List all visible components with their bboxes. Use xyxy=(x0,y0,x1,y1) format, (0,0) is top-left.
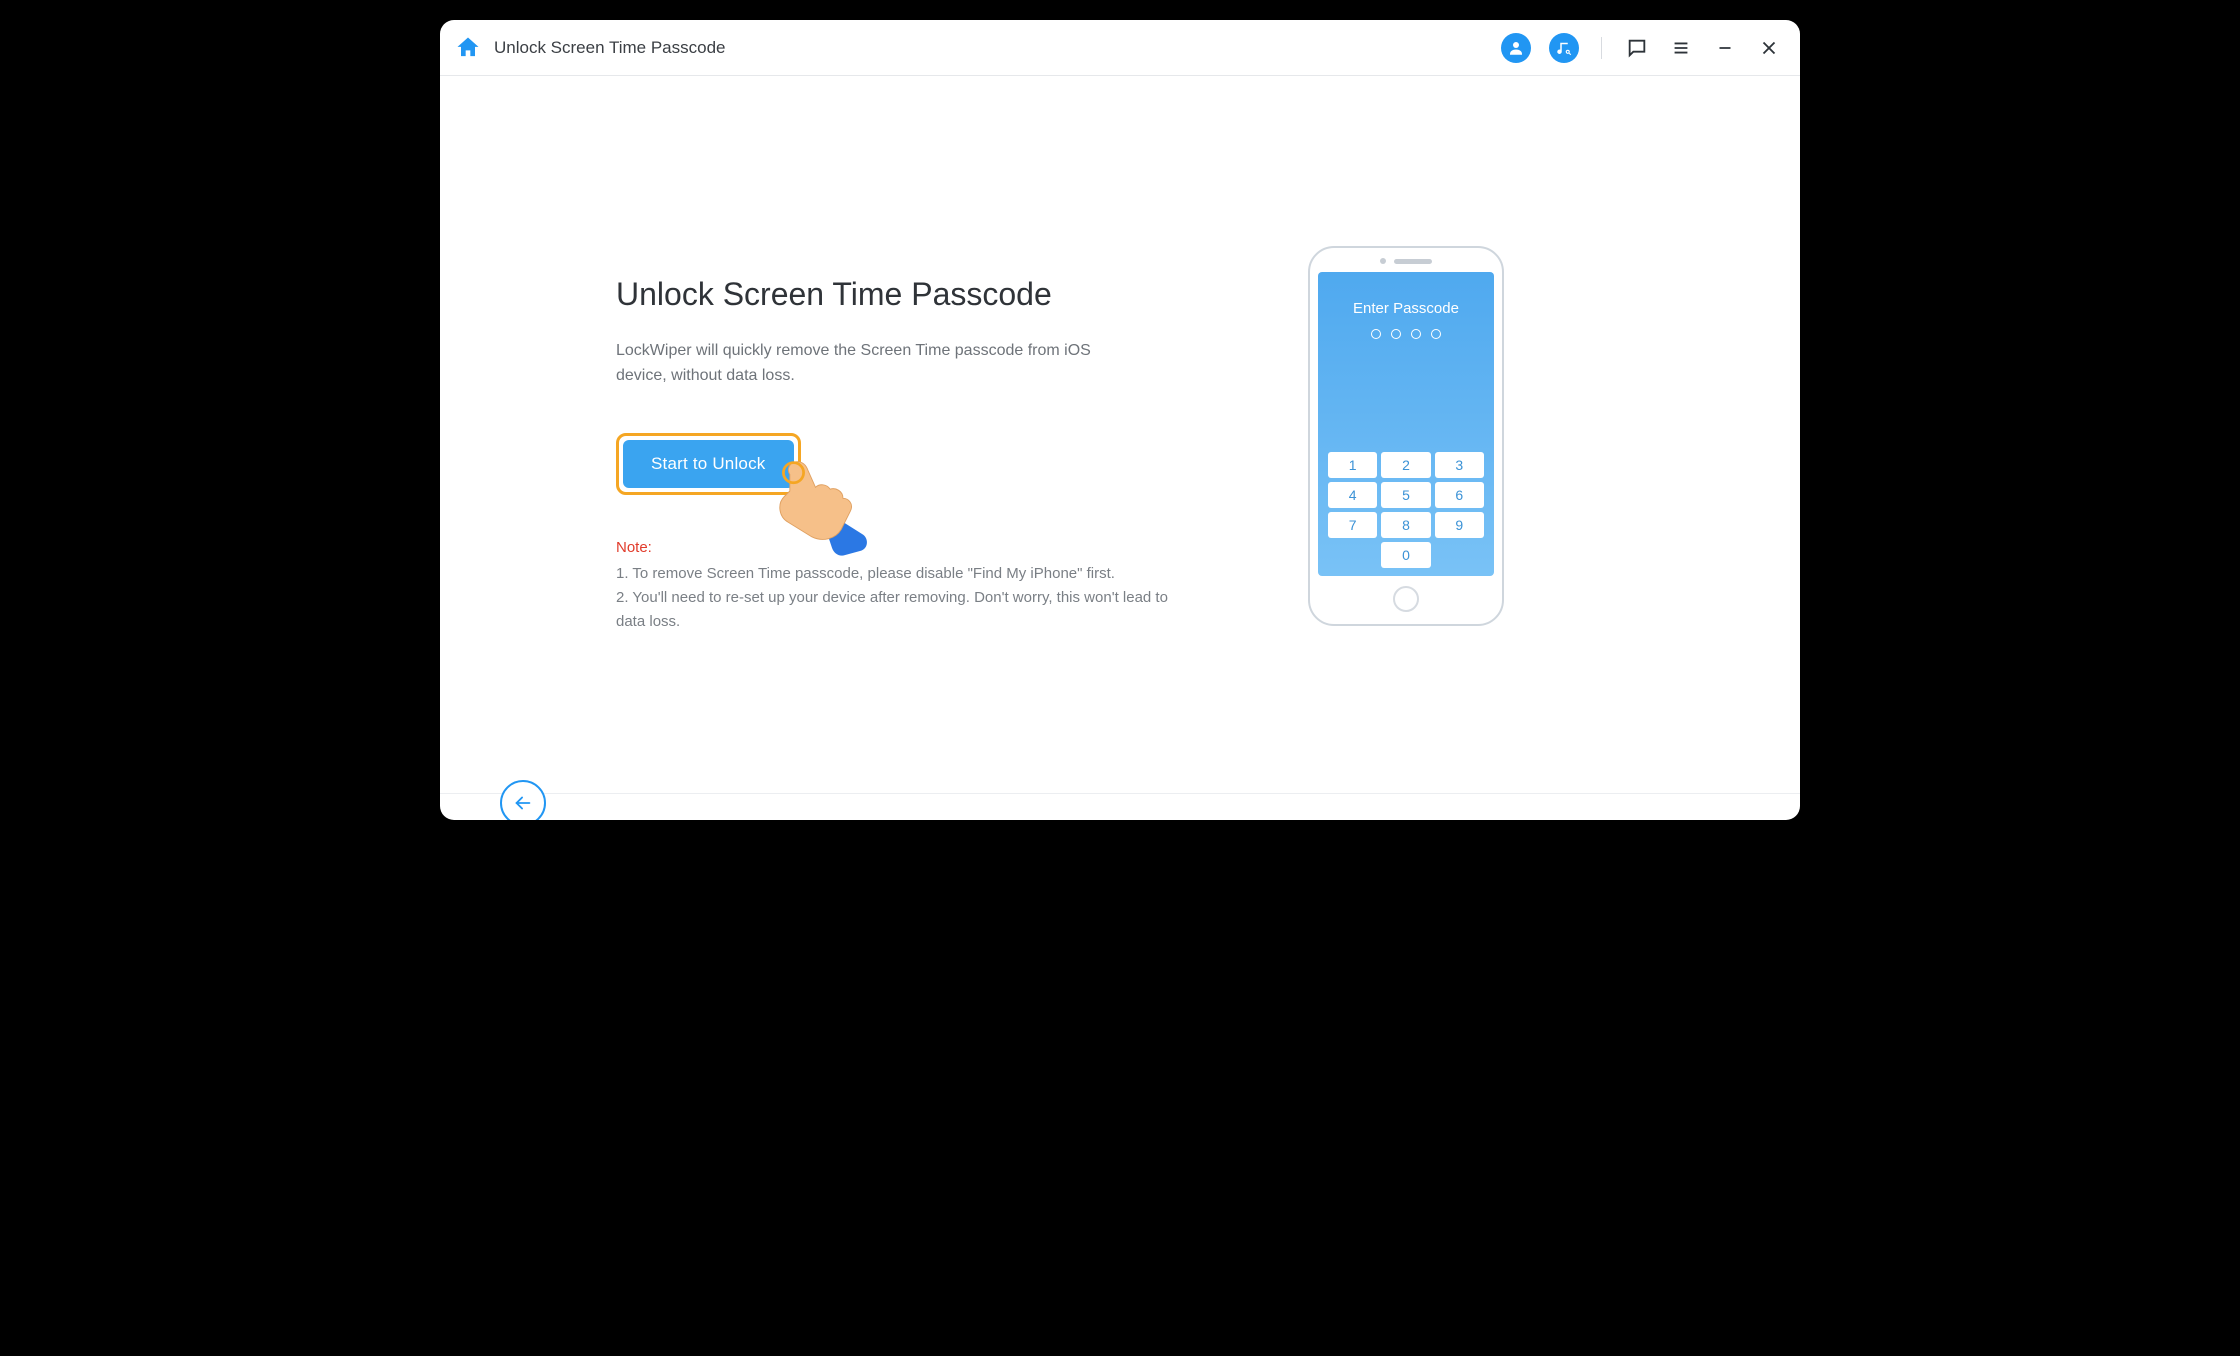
note-label: Note: xyxy=(616,539,1246,556)
illustration-column: Enter Passcode 1 2 3 4 5 6 7 xyxy=(1246,76,1566,820)
content-column: Unlock Screen Time Passcode LockWiper wi… xyxy=(486,76,1246,820)
note-line-2: 2. You'll need to re-set up your device … xyxy=(616,586,1176,634)
footer-separator xyxy=(440,793,1800,794)
keypad-key: 9 xyxy=(1435,512,1484,538)
feedback-icon[interactable] xyxy=(1624,35,1650,61)
toolbar-separator xyxy=(1601,37,1602,59)
keypad-key: 1 xyxy=(1328,452,1377,478)
keypad-key: 6 xyxy=(1435,482,1484,508)
menu-icon[interactable] xyxy=(1668,35,1694,61)
body: Unlock Screen Time Passcode LockWiper wi… xyxy=(440,76,1800,820)
titlebar-right xyxy=(1501,33,1782,63)
phone-home-button-icon xyxy=(1393,586,1419,612)
arrow-left-icon xyxy=(512,792,534,814)
phone-top xyxy=(1380,258,1432,264)
phone-screen-title: Enter Passcode xyxy=(1353,300,1459,317)
passcode-dot xyxy=(1411,329,1421,339)
start-unlock-button[interactable]: Start to Unlock xyxy=(623,440,794,488)
page-title: Unlock Screen Time Passcode xyxy=(494,38,726,58)
passcode-dot xyxy=(1371,329,1381,339)
phone-keypad: 1 2 3 4 5 6 7 8 9 0 xyxy=(1326,452,1486,568)
close-icon[interactable] xyxy=(1756,35,1782,61)
music-tool-icon[interactable] xyxy=(1549,33,1579,63)
back-button[interactable] xyxy=(500,780,546,820)
keypad-key: 7 xyxy=(1328,512,1377,538)
keypad-key: 3 xyxy=(1435,452,1484,478)
keypad-key: 2 xyxy=(1381,452,1430,478)
app-window: Unlock Screen Time Passcode xyxy=(440,20,1800,820)
passcode-dot xyxy=(1391,329,1401,339)
minimize-icon[interactable] xyxy=(1712,35,1738,61)
note-line-1: 1. To remove Screen Time passcode, pleas… xyxy=(616,562,1176,586)
titlebar: Unlock Screen Time Passcode xyxy=(440,20,1800,76)
note-section: Note: 1. To remove Screen Time passcode,… xyxy=(616,539,1246,634)
phone-camera-icon xyxy=(1380,258,1386,264)
keypad-key: 5 xyxy=(1381,482,1430,508)
account-icon[interactable] xyxy=(1501,33,1531,63)
passcode-dot xyxy=(1431,329,1441,339)
phone-illustration: Enter Passcode 1 2 3 4 5 6 7 xyxy=(1308,246,1504,626)
cta-wrapper: Start to Unlock xyxy=(616,433,801,495)
phone-screen: Enter Passcode 1 2 3 4 5 6 7 xyxy=(1318,272,1494,576)
passcode-dots xyxy=(1371,329,1441,339)
description: LockWiper will quickly remove the Screen… xyxy=(616,339,1096,389)
keypad-key: 0 xyxy=(1381,542,1430,568)
cta-highlight: Start to Unlock xyxy=(616,433,801,495)
keypad-key: 8 xyxy=(1381,512,1430,538)
home-icon[interactable] xyxy=(454,34,482,62)
keypad-key: 4 xyxy=(1328,482,1377,508)
phone-speaker-icon xyxy=(1394,259,1432,264)
heading: Unlock Screen Time Passcode xyxy=(616,276,1246,313)
titlebar-left: Unlock Screen Time Passcode xyxy=(454,34,726,62)
